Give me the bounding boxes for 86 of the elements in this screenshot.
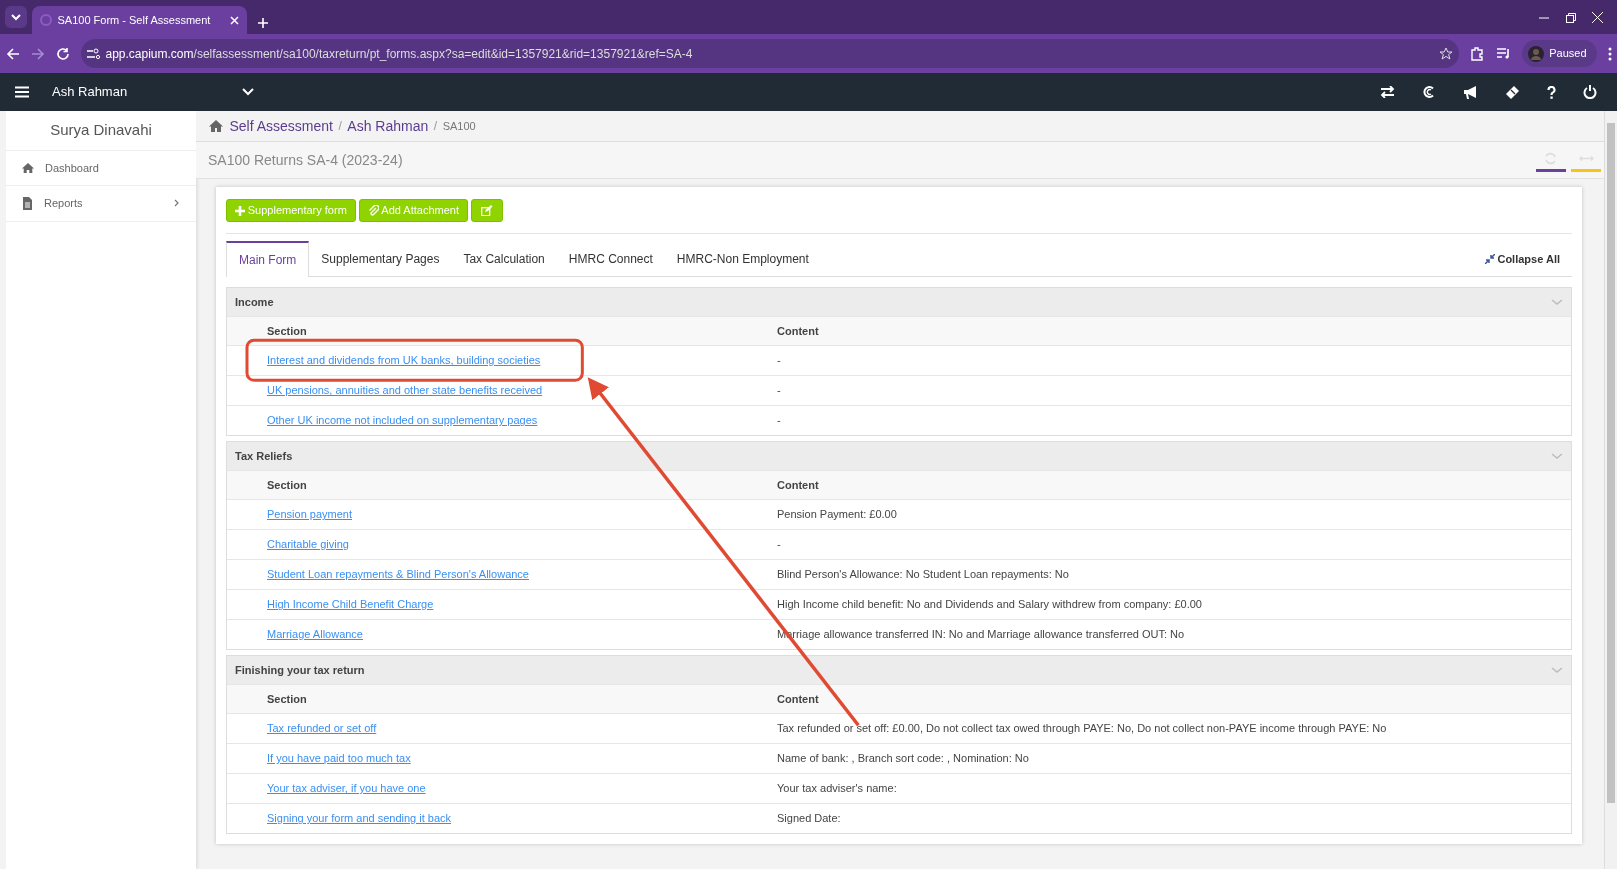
breadcrumb-separator: /	[338, 118, 342, 135]
ticket-icon[interactable]	[1505, 84, 1520, 100]
browser-tab[interactable]: SA100 Form - Self Assessment	[32, 6, 247, 34]
collapse-all-button[interactable]: Collapse All	[1472, 241, 1572, 276]
address-bar[interactable]: app.capium.com/selfassessment/sa100/taxreturn/pt_forms.aspx?sa=edit&id=1357921&rid=1357921&ref=SA-4	[80, 39, 1459, 68]
section-link[interactable]: Charitable giving	[267, 538, 349, 551]
plus-icon	[235, 205, 245, 216]
section-title: Income	[235, 294, 275, 310]
section-link[interactable]: Student Loan repayments & Blind Person's Allowance	[267, 568, 529, 581]
indicator-bar	[1535, 169, 1566, 172]
section-link[interactable]: Marriage Allowance	[267, 628, 363, 641]
section-link[interactable]: If you have paid too much tax	[267, 752, 411, 765]
content-cell-text: Your tax adviser's name:	[777, 781, 898, 797]
section-link[interactable]: Tax refunded or set off	[267, 722, 377, 735]
content-cell-text: -	[777, 537, 782, 553]
content-cell-text: Blind Person's Allowance: No Student Loan repayments: No	[777, 567, 1070, 583]
url-text: app.capium.com/selfassessment/sa100/taxreturn/pt_forms.aspx?sa=edit&id=1357921&rid=1357921&ref=SA-4	[105, 45, 694, 63]
tab-list-icon[interactable]	[5, 6, 27, 28]
breadcrumb-link[interactable]: Self Assessment	[229, 115, 333, 137]
content-cell-text: -	[777, 353, 782, 369]
section-link[interactable]: Other UK income not included on supplementary pages	[267, 414, 538, 427]
content-cell-text: -	[777, 383, 782, 399]
currency-icon[interactable]	[1422, 85, 1436, 99]
column-header: Section	[267, 477, 308, 493]
toolbar-button[interactable]: Supplementary form	[226, 199, 356, 222]
breadcrumb-current: SA100	[442, 118, 476, 134]
breadcrumb-link[interactable]: Ash Rahman	[347, 115, 429, 137]
close-icon[interactable]	[1592, 12, 1603, 23]
indicator-bar	[1571, 169, 1602, 172]
site-icon	[40, 14, 52, 26]
help-icon[interactable]	[1547, 85, 1556, 99]
sidebar-item[interactable]: Reports	[6, 186, 196, 222]
column-header: Section	[267, 691, 308, 707]
column-header: Content	[777, 323, 820, 339]
reload-icon[interactable]	[55, 46, 70, 61]
collapse-icon	[1484, 254, 1495, 265]
client-name: Ash Rahman	[52, 83, 129, 102]
star-icon[interactable]	[1439, 46, 1454, 61]
sidebar-item[interactable]: Dashboard	[6, 150, 196, 186]
megaphone-icon[interactable]	[1463, 85, 1478, 99]
section-link[interactable]: UK pensions, annuities and other state benefits received	[267, 384, 543, 397]
tab[interactable]: HMRC Connect	[556, 239, 665, 276]
tab[interactable]: Supplementary Pages	[309, 239, 452, 276]
section-title: Finishing your tax return	[235, 662, 366, 678]
document-icon	[22, 196, 33, 210]
page-title: SA100 Returns SA-4 (2023-24)	[208, 150, 403, 170]
chevron-right-icon	[174, 199, 180, 208]
content-cell-text: Tax refunded or set off: £0.00, Do not collect tax owed through PAYE: No, Do not collect non-PAYE income through PAYE: No	[777, 721, 1388, 737]
avatar-icon	[1527, 45, 1544, 62]
toolbar-button[interactable]: Add Attachment	[358, 199, 468, 222]
content-cell-text: -	[777, 413, 782, 429]
edit-icon	[480, 205, 493, 216]
back-icon[interactable]	[5, 46, 20, 61]
column-header: Content	[777, 477, 820, 493]
content-cell-text: High Income child benefit: No and Dividends and Salary withdrew from company: £0.00	[777, 597, 1203, 613]
content-cell-text: Name of bank: , Branch sort code: , Nomination: No	[777, 751, 1030, 767]
home-icon	[22, 162, 34, 174]
section-link[interactable]: Your tax adviser, if you have one	[267, 782, 426, 795]
section-link[interactable]: Interest and dividends from UK banks, building societies	[267, 354, 541, 367]
forward-icon[interactable]	[30, 46, 45, 61]
swap-icon[interactable]	[1380, 86, 1395, 98]
section-link[interactable]: High Income Child Benefit Charge	[267, 598, 434, 611]
section-link[interactable]: Pension payment	[267, 508, 352, 521]
section-title: Tax Reliefs	[235, 448, 294, 464]
new-tab-icon[interactable]	[257, 17, 269, 29]
tab[interactable]: Tax Calculation	[451, 239, 557, 276]
home-icon[interactable]	[208, 119, 224, 133]
column-header: Section	[267, 323, 308, 339]
more-icon[interactable]	[1607, 46, 1612, 61]
power-icon[interactable]	[1583, 85, 1597, 99]
profile-button[interactable]: Paused	[1521, 40, 1597, 67]
extensions-icon[interactable]	[1469, 46, 1485, 61]
content-cell-text: Pension Payment: £0.00	[777, 507, 898, 523]
breadcrumb-separator: /	[433, 118, 438, 135]
media-icon[interactable]	[1495, 47, 1511, 60]
tab[interactable]: Main Form	[226, 240, 310, 277]
scrollbar-thumb[interactable]	[1607, 123, 1615, 803]
content-cell-text: Signed Date:	[777, 811, 842, 827]
restore-icon[interactable]	[1565, 12, 1576, 23]
column-header: Content	[777, 691, 820, 707]
site-settings-icon[interactable]	[86, 47, 100, 60]
tab[interactable]: HMRC-Non Employment	[664, 239, 821, 276]
paperclip-icon	[367, 205, 379, 216]
menu-icon[interactable]	[15, 86, 29, 98]
section-link[interactable]: Signing your form and sending it back	[267, 812, 452, 825]
close-icon[interactable]	[230, 15, 239, 25]
